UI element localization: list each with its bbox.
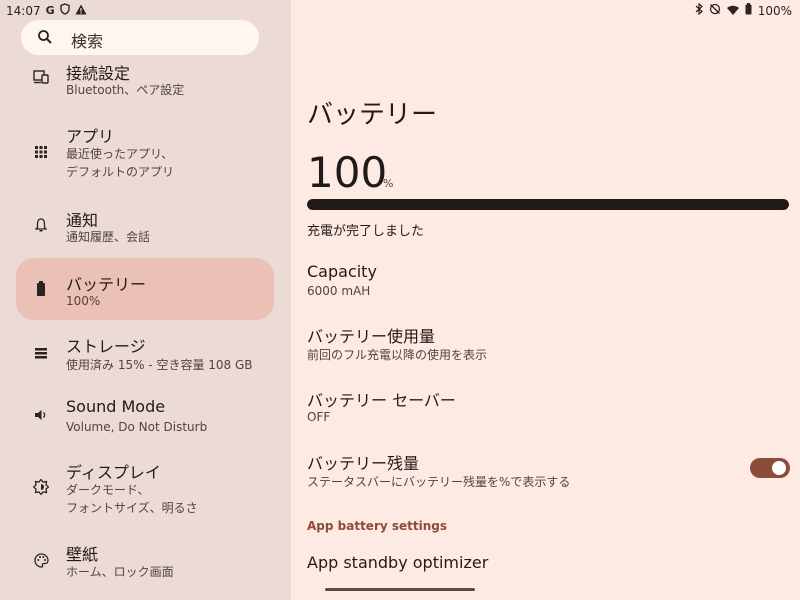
pref-title: バッテリー使用量 [307, 327, 436, 346]
volume-icon [32, 406, 50, 424]
nav-item-subtitle-line2: デフォルトのアプリ [66, 165, 175, 179]
nav-item-sound-mode[interactable]: Sound Mode Volume, Do Not Disturb [16, 396, 274, 442]
bell-icon [32, 216, 50, 234]
palette-icon [32, 551, 50, 569]
nav-item-title: ディスプレイ [66, 463, 161, 482]
nav-item-subtitle-line2: フォントサイズ、明るさ [66, 501, 198, 515]
search-bar[interactable]: 検索 [21, 20, 259, 55]
pref-subtitle: ステータスバーにバッテリー残量を%で表示する [307, 475, 571, 489]
pref-title: バッテリー残量 [307, 454, 420, 473]
nav-item-title: ストレージ [66, 337, 146, 356]
search-icon [37, 29, 53, 45]
nav-item-subtitle: 最近使ったアプリ、 [66, 147, 174, 161]
nav-item-subtitle: ダークモード、 [66, 483, 150, 497]
nav-item-subtitle: 100% [66, 294, 101, 308]
nav-item-display[interactable]: ディスプレイ ダークモード、 フォントサイズ、明るさ [16, 458, 274, 520]
status-bar-right: 100% [695, 2, 792, 18]
google-g-icon: G [45, 4, 55, 17]
nav-item-connections[interactable]: 接続設定 Bluetooth、ペア設定 [16, 60, 274, 106]
pref-subtitle: 6000 mAH [307, 284, 371, 298]
connected-devices-icon [32, 68, 50, 86]
battery-detail-pane [291, 0, 800, 600]
pref-title: バッテリー セーバー [307, 391, 456, 410]
battery-level-bar [307, 199, 789, 210]
battery-icon [745, 3, 752, 18]
status-bar-left: 14:07 G [6, 3, 87, 18]
nav-item-battery[interactable]: バッテリー 100% [16, 258, 274, 320]
storage-icon [32, 344, 50, 362]
nav-item-storage[interactable]: ストレージ 使用済み 15% - 空き容量 108 GB [16, 332, 274, 378]
nav-item-title: Sound Mode [66, 397, 166, 416]
pref-subtitle: 前回のフル充電以降の使用を表示 [307, 348, 488, 362]
apps-grid-icon [32, 143, 50, 161]
pref-title: App standby optimizer [307, 553, 489, 572]
nav-item-subtitle: ホーム、ロック画面 [66, 565, 174, 579]
page-title: バッテリー [307, 100, 438, 130]
nav-item-subtitle: 使用済み 15% - 空き容量 108 GB [66, 358, 253, 372]
nav-item-apps[interactable]: アプリ 最近使ったアプリ、 デフォルトのアプリ [16, 120, 274, 182]
bluetooth-icon [695, 2, 703, 18]
nav-item-subtitle: 通知履歴、会話 [66, 230, 151, 244]
battery-level-fill [307, 199, 789, 210]
battery-percent-text: 100% [757, 3, 792, 18]
pref-title: Capacity [307, 262, 377, 281]
pref-subtitle: OFF [307, 410, 331, 424]
status-bar: 14:07 G 100% [0, 0, 800, 20]
nav-item-title: アプリ [66, 127, 115, 146]
nav-item-title: 壁紙 [66, 545, 99, 564]
nav-item-subtitle: Bluetooth、ペア設定 [66, 83, 185, 97]
wifi-icon [726, 4, 739, 18]
nav-item-wallpaper[interactable]: 壁紙 ホーム、ロック画面 [16, 541, 274, 587]
nav-item-notifications[interactable]: 通知 通知履歴、会話 [16, 203, 274, 249]
scroll-indicator[interactable] [325, 588, 475, 591]
battery-percentage-toggle[interactable] [750, 458, 790, 478]
search-placeholder: 検索 [71, 32, 104, 51]
charge-status-text: 充電が完了しました [307, 224, 425, 239]
battery-level-value: 100 [307, 148, 388, 197]
battery-level-unit: % [383, 177, 394, 190]
vpn-shield-icon [59, 3, 70, 18]
do-not-disturb-off-icon [709, 3, 721, 18]
nav-item-subtitle: Volume, Do Not Disturb [66, 420, 208, 434]
battery-icon [32, 280, 50, 298]
section-header: App battery settings [307, 519, 448, 533]
warning-icon [75, 4, 87, 18]
brightness-icon [32, 478, 50, 496]
toggle-knob [772, 461, 786, 475]
status-time: 14:07 [6, 3, 41, 18]
